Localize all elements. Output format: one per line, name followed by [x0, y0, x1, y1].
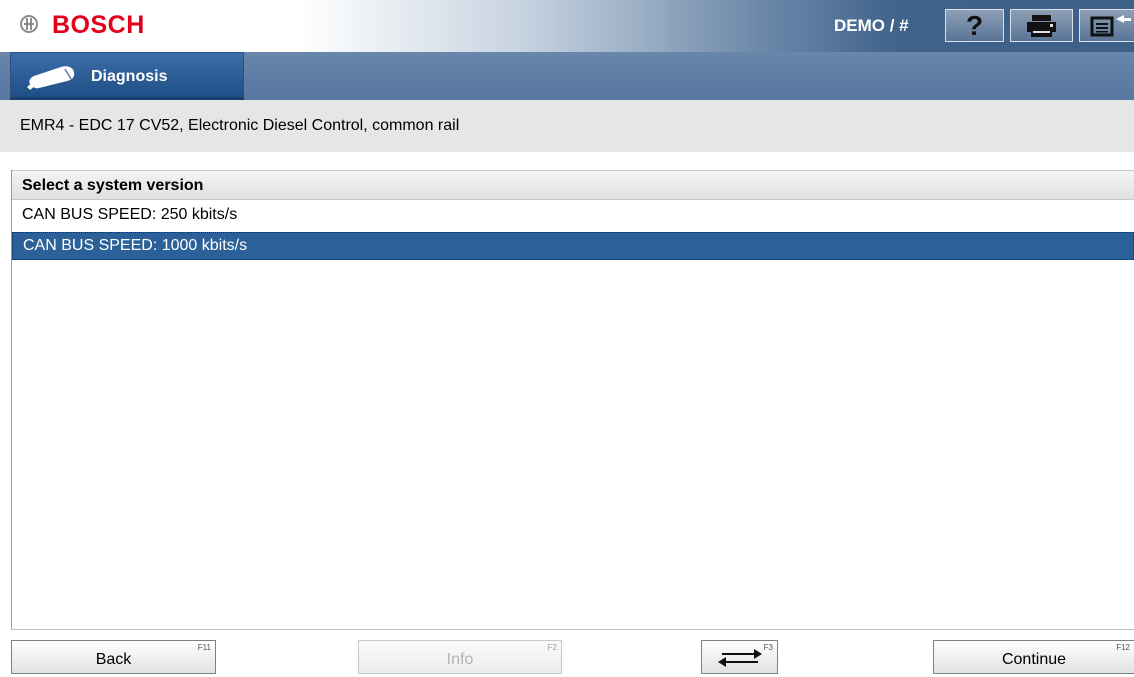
- list-header-label: Select a system version: [22, 177, 204, 194]
- continue-button[interactable]: Continue F12: [933, 640, 1134, 674]
- list-item[interactable]: CAN BUS SPEED: 250 kbits/s: [12, 201, 1134, 229]
- swap-key-hint: F3: [763, 643, 773, 652]
- continue-button-label: Continue: [1001, 651, 1067, 668]
- ecu-title: EMR4 - EDC 17 CV52, Electronic Diesel Co…: [20, 117, 460, 134]
- back-button[interactable]: Back F11: [11, 640, 216, 674]
- info-button-label: Info: [446, 651, 474, 668]
- top-header: BOSCH DEMO / # ?: [0, 0, 1134, 52]
- swap-button[interactable]: F3: [701, 640, 778, 674]
- back-button-label: Back: [95, 651, 132, 668]
- tab-diagnosis-label: Diagnosis: [91, 68, 168, 85]
- menu-button[interactable]: [1079, 9, 1134, 42]
- back-key-hint: F11: [197, 643, 211, 652]
- tab-diagnosis[interactable]: Diagnosis: [10, 52, 244, 100]
- brand-name: BOSCH: [52, 11, 145, 39]
- user-label: DEMO / #: [834, 16, 909, 35]
- info-button[interactable]: Info F2: [358, 640, 562, 674]
- bosch-logo-icon: [20, 15, 38, 33]
- list-item-selected[interactable]: CAN BUS SPEED: 1000 kbits/s: [12, 232, 1134, 260]
- help-button[interactable]: ?: [945, 9, 1004, 42]
- continue-key-hint: F12: [1116, 643, 1130, 652]
- print-button[interactable]: [1010, 9, 1073, 42]
- menu-icon: [1090, 15, 1131, 37]
- help-icon: ?: [965, 10, 984, 41]
- connector-icon: [27, 66, 75, 90]
- printer-icon: [1027, 15, 1056, 37]
- info-key-hint: F2: [547, 643, 557, 652]
- list-header: Select a system version: [12, 170, 1134, 200]
